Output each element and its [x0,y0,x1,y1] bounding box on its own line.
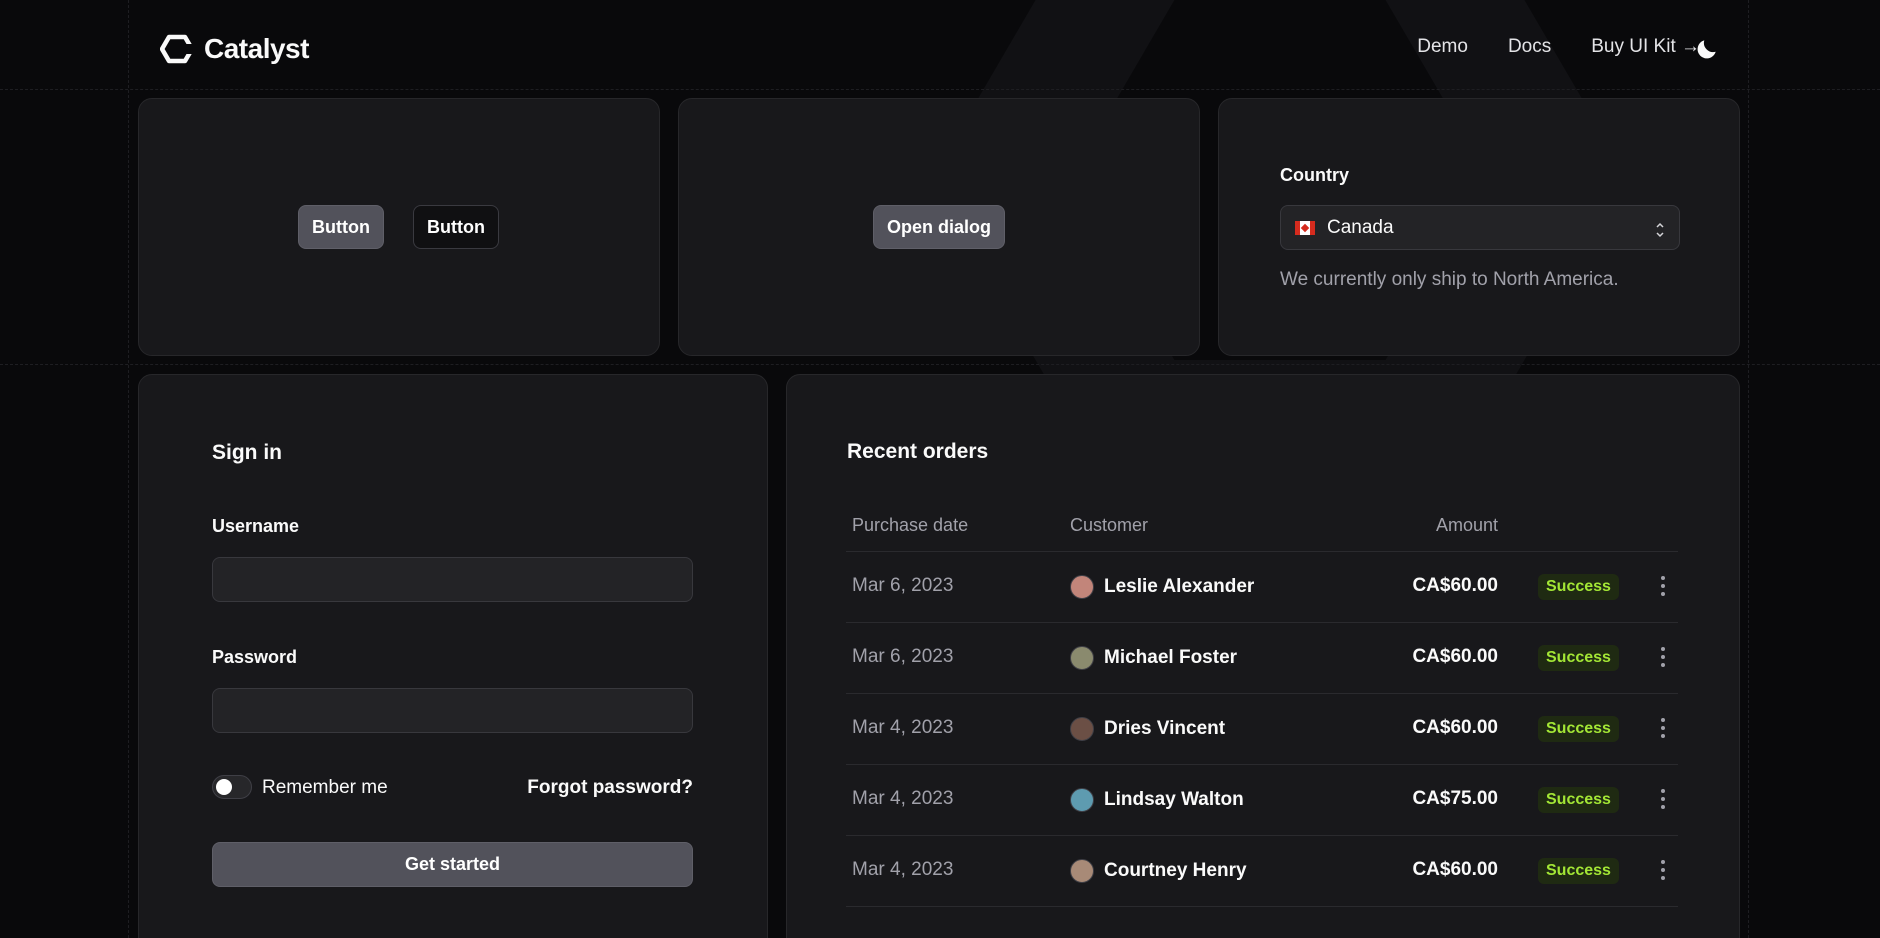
country-select[interactable]: Canada [1280,205,1680,250]
more-options-icon[interactable] [1660,576,1666,596]
country-selected-value: Canada [1327,216,1394,238]
customer-name: Lindsay Walton [1104,789,1244,810]
password-input[interactable] [212,688,693,733]
table-row[interactable]: Mar 6, 2023 Leslie Alexander CA$60.00 Su… [846,551,1678,622]
status-badge: Success [1538,787,1619,813]
table-row[interactable]: Mar 4, 2023 Dries Vincent CA$60.00 Succe… [846,693,1678,764]
customer-name: Michael Foster [1104,647,1238,668]
guide-line [128,0,129,938]
password-label: Password [212,647,298,667]
avatar [1070,646,1094,670]
order-date: Mar 4, 2023 [852,788,954,809]
order-customer: Dries Vincent [1070,717,1225,741]
customer-name: Dries Vincent [1104,718,1226,739]
status-badge: Success [1538,645,1619,671]
moon-icon[interactable] [1694,36,1720,62]
more-options-icon[interactable] [1660,789,1666,809]
forgot-password-link[interactable]: Forgot password? [527,777,693,799]
catalyst-logo-icon [160,34,194,64]
outline-button[interactable]: Button [413,205,499,249]
top-header: Catalyst Demo Docs Buy UI Kit → [0,0,1880,90]
guide-line [1748,0,1749,938]
table-row-divider [846,906,1678,936]
status-badge: Success [1538,858,1619,884]
table-row[interactable]: Mar 6, 2023 Michael Foster CA$60.00 Succ… [846,622,1678,693]
chevron-up-down-icon [1656,222,1664,238]
dialog-card: Open dialog [678,98,1200,356]
order-amount: CA$60.00 [1412,717,1498,738]
order-date: Mar 4, 2023 [852,717,954,738]
order-date: Mar 6, 2023 [852,646,954,667]
sign-in-title: Sign in [212,441,282,464]
table-row[interactable]: Mar 4, 2023 Courtney Henry CA$60.00 Succ… [846,835,1678,906]
status-badge: Success [1538,716,1619,742]
avatar [1070,859,1094,883]
nav-buy-ui-kit-link[interactable]: Buy UI Kit → [1591,36,1700,58]
order-customer: Courtney Henry [1070,859,1247,883]
column-header-customer: Customer [1070,515,1149,535]
remember-me-label: Remember me [262,777,388,798]
customer-name: Courtney Henry [1104,860,1247,881]
more-options-icon[interactable] [1660,860,1666,880]
top-nav: Demo Docs Buy UI Kit → [1417,36,1700,58]
username-input[interactable] [212,557,693,602]
country-card: Country Canada We currently only ship to… [1218,98,1740,356]
order-amount: CA$60.00 [1412,859,1498,880]
open-dialog-button[interactable]: Open dialog [873,205,1005,249]
country-help-text: We currently only ship to North America. [1280,269,1619,290]
solid-button[interactable]: Button [298,205,384,249]
order-amount: CA$60.00 [1412,575,1498,596]
column-header-purchase-date: Purchase date [852,515,969,535]
order-customer: Leslie Alexander [1070,575,1254,599]
order-customer: Michael Foster [1070,646,1237,670]
recent-orders-title: Recent orders [847,440,989,463]
avatar [1070,788,1094,812]
canada-flag-icon [1295,220,1315,235]
sign-in-card: Sign in Username Password Remember me Fo… [138,374,768,938]
order-date: Mar 4, 2023 [852,859,954,880]
logo[interactable]: Catalyst [160,33,309,65]
buttons-card: Button Button [138,98,660,356]
order-amount: CA$75.00 [1412,788,1498,809]
avatar [1070,575,1094,599]
order-customer: Lindsay Walton [1070,788,1244,812]
remember-me-toggle[interactable] [212,775,252,799]
get-started-button[interactable]: Get started [212,842,693,887]
status-badge: Success [1538,574,1619,600]
country-label: Country [1280,165,1349,185]
table-row[interactable]: Mar 4, 2023 Lindsay Walton CA$75.00 Succ… [846,764,1678,835]
nav-docs-link[interactable]: Docs [1508,36,1551,58]
avatar [1070,717,1094,741]
order-amount: CA$60.00 [1412,646,1498,667]
logo-text: Catalyst [204,33,309,64]
column-header-amount: Amount [1435,515,1498,535]
customer-name: Leslie Alexander [1104,576,1255,597]
more-options-icon[interactable] [1660,718,1666,738]
nav-demo-link[interactable]: Demo [1417,36,1468,58]
order-date: Mar 6, 2023 [852,575,954,596]
more-options-icon[interactable] [1660,647,1666,667]
guide-line [0,364,1880,365]
username-label: Username [212,516,300,536]
